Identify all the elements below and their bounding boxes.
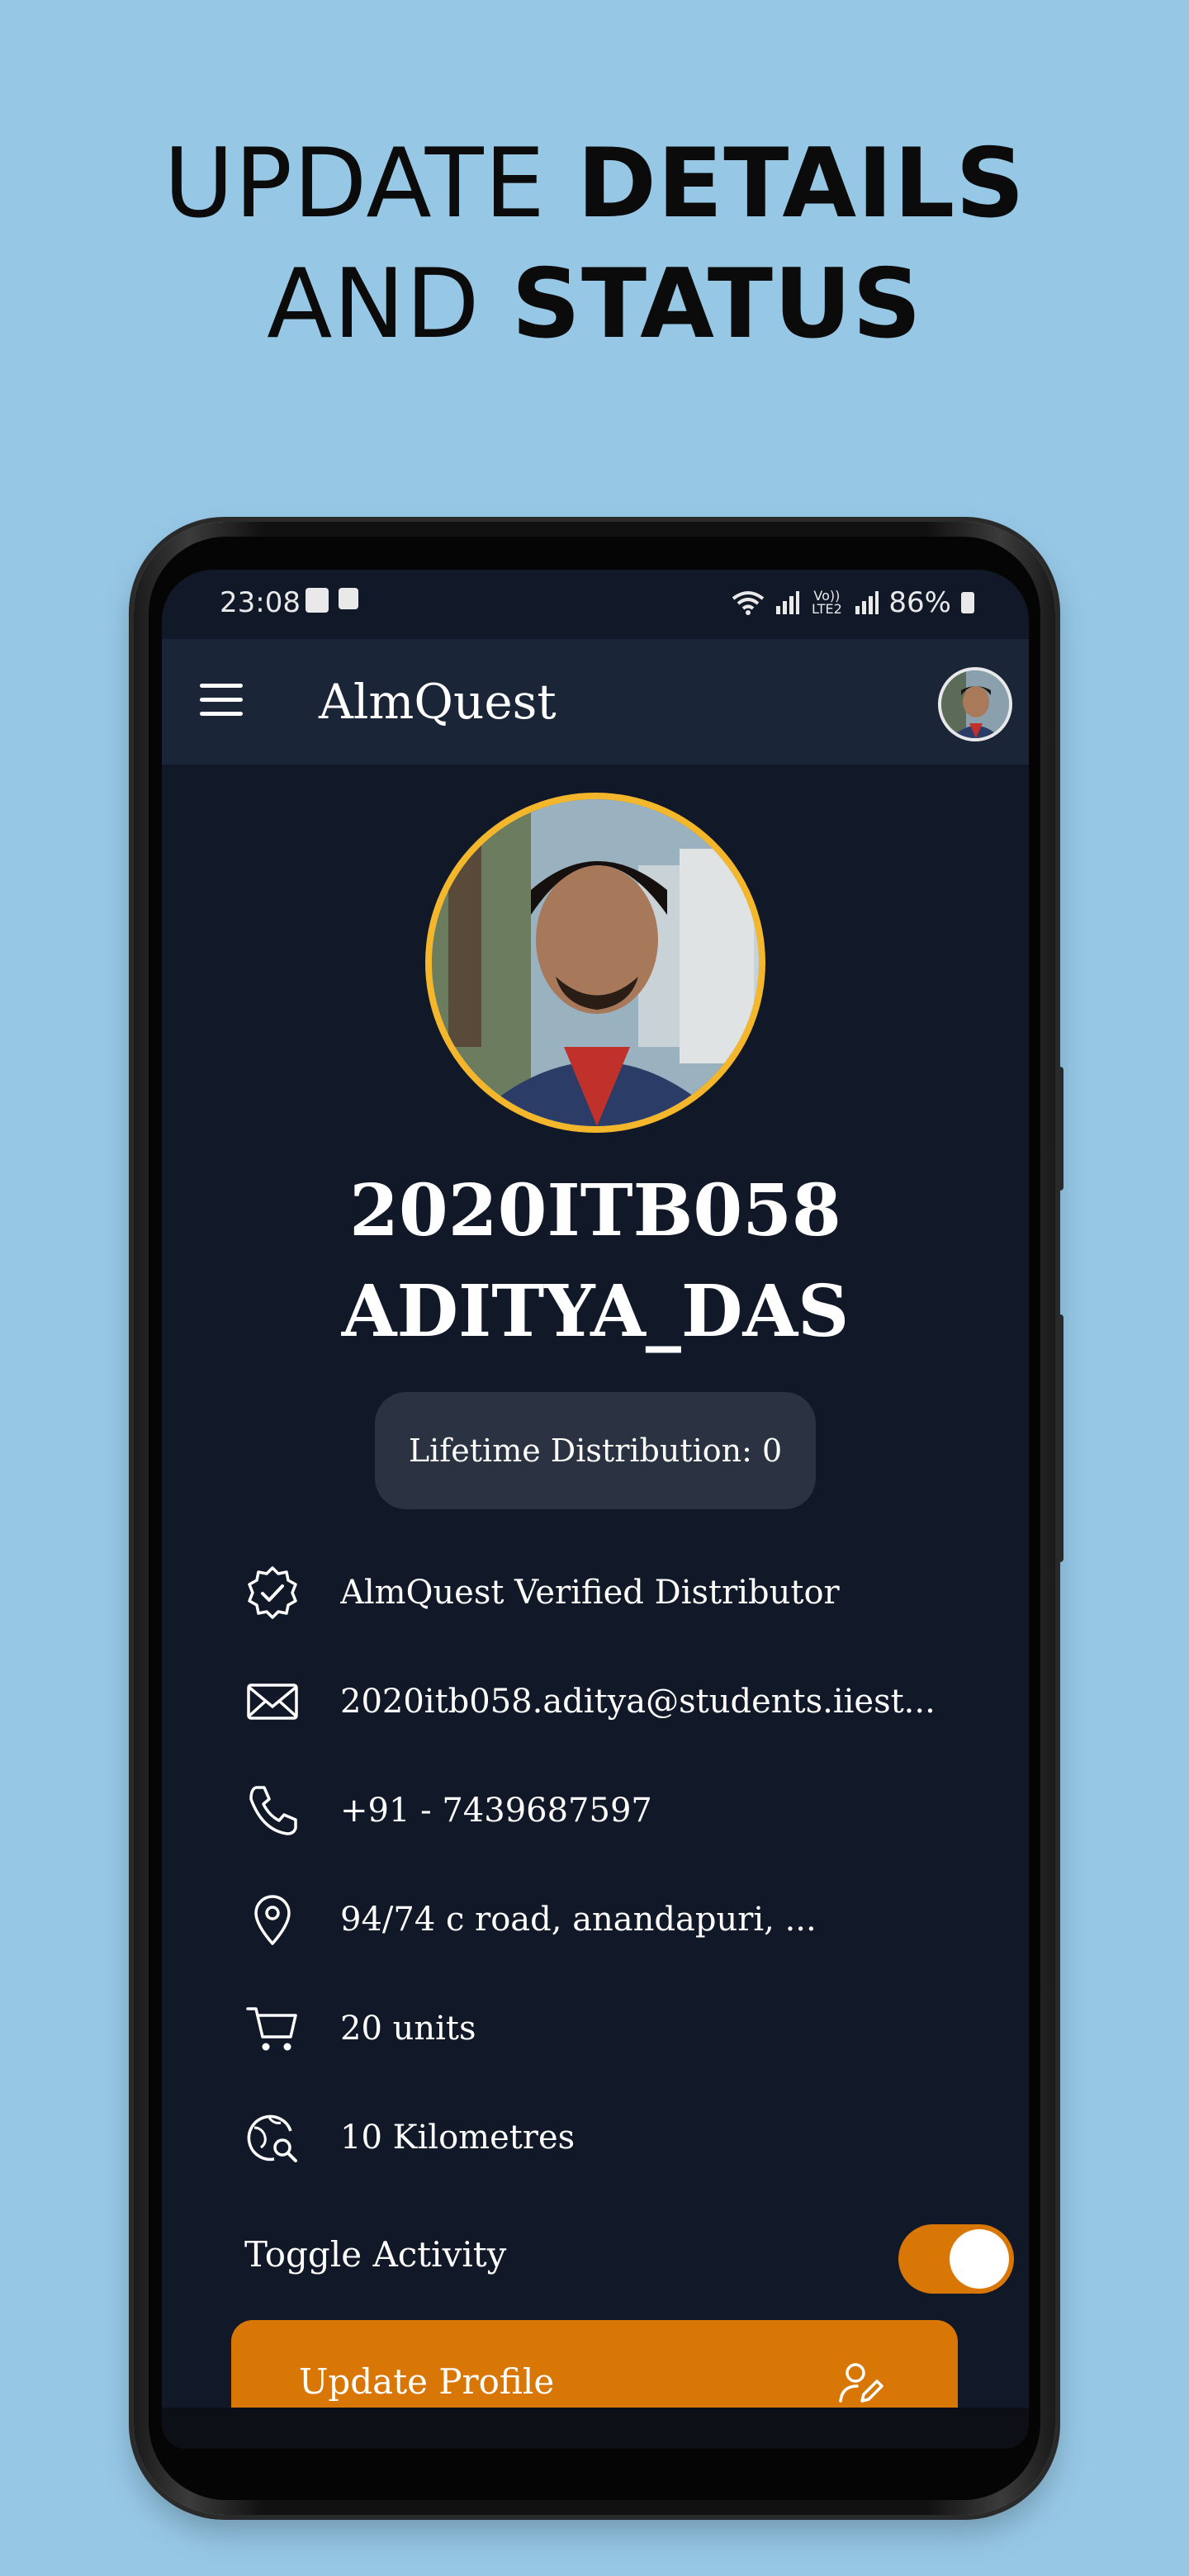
lifetime-distribution-text: Lifetime Distribution: 0 (408, 1432, 783, 1469)
battery-percent: 86% (888, 586, 951, 619)
status-notification-icons (306, 588, 358, 613)
detail-row-address: 94/74 c road, anandapuri, ... (244, 1882, 988, 1957)
toggle-activity-switch[interactable] (898, 2224, 1014, 2294)
wifi-icon (732, 591, 765, 615)
toggle-knob (950, 2229, 1009, 2289)
detail-row-verified: AlmQuest Verified Distributor (244, 1556, 988, 1630)
update-profile-label: Update Profile (299, 2361, 555, 2402)
detail-text-units: 20 units (340, 2010, 476, 2048)
headline-line-2-bold: STATUS (511, 249, 922, 360)
headline-line-1-light: UPDATE (163, 128, 577, 239)
phone-icon (249, 1786, 297, 1835)
profile-photo-icon (432, 799, 759, 1126)
profile-name-id: 2020ITB058 (349, 1169, 841, 1252)
mail-icon (247, 1683, 298, 1720)
bottom-nav-bar (162, 2408, 1029, 2449)
status-bar: 23:08 Vo)) LTE2 86% (162, 570, 1029, 639)
detail-row-distance: 10 Kilometres (244, 2100, 988, 2175)
network-type-label: Vo)) LTE2 (812, 588, 842, 617)
profile-name-user: ADITYA_DAS (341, 1270, 850, 1353)
puzzle-notification-icon (306, 588, 329, 613)
detail-text-phone: +91 - 7439687597 (340, 1792, 652, 1830)
headline-line-1-bold: DETAILS (576, 128, 1026, 239)
headline-line-2-light: AND (267, 249, 512, 360)
profile-avatar[interactable] (425, 793, 765, 1133)
status-right-group: Vo)) LTE2 86% (732, 586, 974, 619)
app-title: AlmQuest (319, 674, 557, 730)
profile-name: 2020ITB058 ADITYA_DAS (162, 1161, 1029, 1362)
location-pin-icon (254, 1895, 291, 1945)
headline: UPDATE DETAILS AND STATUS (0, 124, 1189, 365)
detail-text-address: 94/74 c road, anandapuri, ... (340, 1901, 817, 1939)
toggle-activity-label: Toggle Activity (244, 2234, 507, 2275)
user-edit-icon (839, 2363, 883, 2403)
checkbox-notification-icon (339, 588, 358, 609)
phone-volume-button (1057, 1067, 1063, 1191)
hamburger-menu-icon[interactable] (200, 684, 243, 717)
detail-row-phone: +91 - 7439687597 (244, 1773, 988, 1848)
cart-icon (246, 2007, 297, 2051)
verified-badge-icon (248, 1566, 297, 1619)
phone-screen: 23:08 Vo)) LTE2 86% AlmQuest 2020ITB058 … (162, 570, 1029, 2449)
detail-text-distance: 10 Kilometres (340, 2119, 576, 2157)
signal-2-icon (855, 591, 879, 614)
user-avatar[interactable] (938, 667, 1012, 741)
user-avatar-photo-icon (941, 670, 1009, 738)
detail-text-email: 2020itb058.aditya@students.iiest... (340, 1683, 936, 1721)
status-time: 23:08 (220, 586, 301, 619)
headline-line-1: UPDATE DETAILS (0, 124, 1189, 244)
lifetime-distribution-badge: Lifetime Distribution: 0 (375, 1392, 816, 1509)
detail-text-verified: AlmQuest Verified Distributor (340, 1574, 840, 1612)
detail-row-email: 2020itb058.aditya@students.iiest... (244, 1664, 988, 1739)
battery-icon (961, 592, 974, 613)
app-bar: AlmQuest (162, 639, 1029, 765)
detail-row-units: 20 units (244, 1991, 988, 2066)
radius-search-icon (247, 2114, 297, 2162)
toggle-activity-row: Toggle Activity (244, 2219, 1014, 2294)
signal-icon (776, 591, 800, 614)
headline-line-2: AND STATUS (0, 244, 1189, 365)
phone-power-button (1057, 1314, 1063, 1562)
